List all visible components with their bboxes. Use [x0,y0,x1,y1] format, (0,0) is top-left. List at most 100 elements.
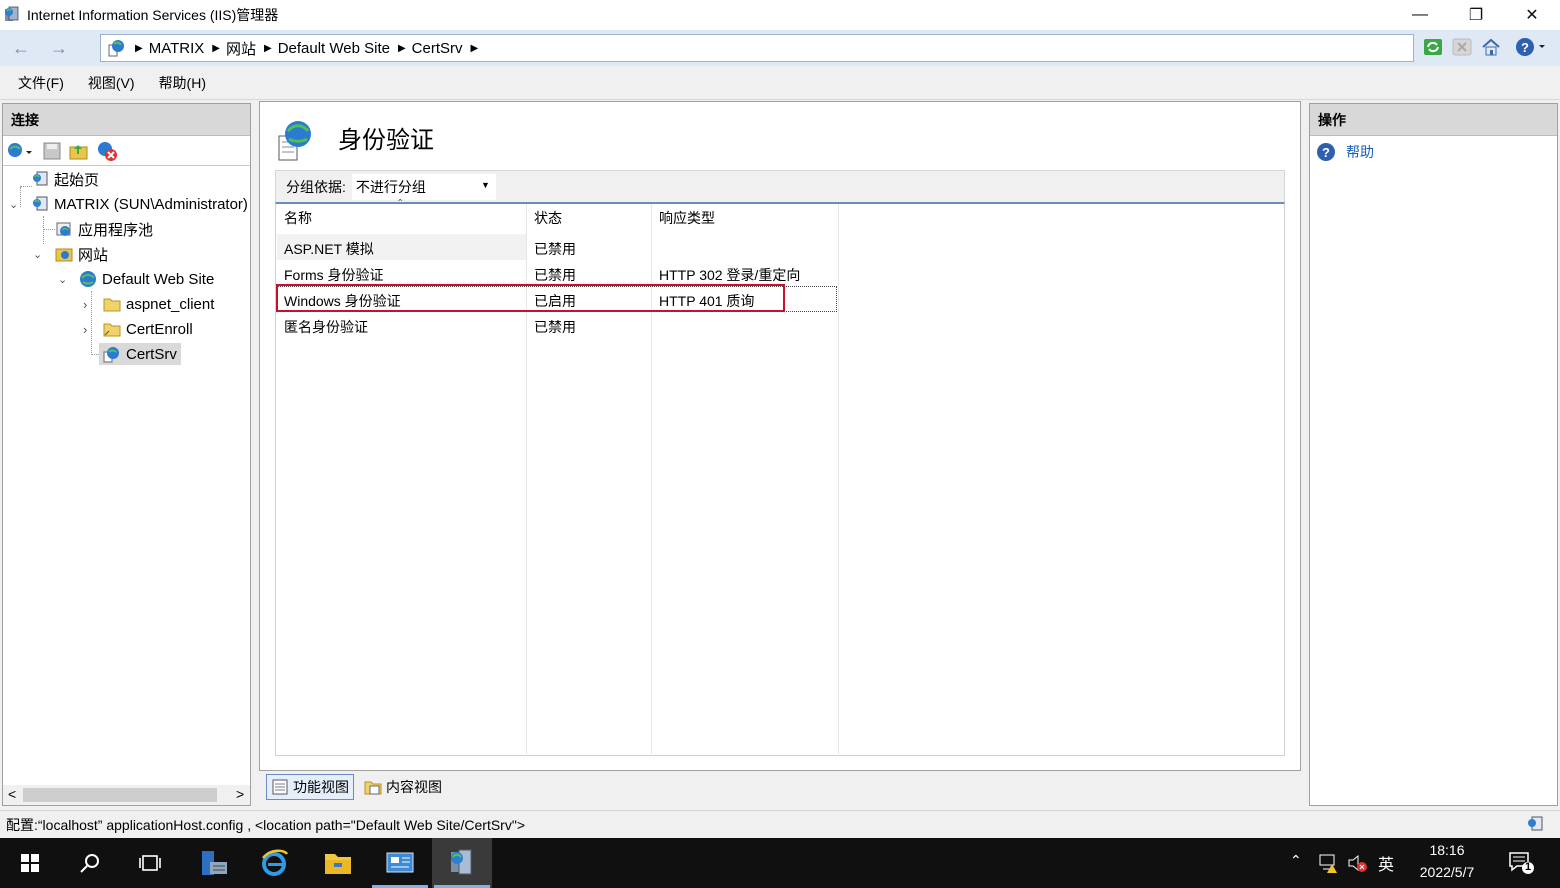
tree-cert-enroll[interactable]: CertEnroll [103,318,193,340]
address-row: ← → ▶ MATRIX ▶ 网站 ▶ Default Web Site ▶ C… [0,30,1560,66]
tree-default-web-site[interactable]: Default Web Site [79,268,214,290]
globe-page-icon [108,40,124,57]
row-name[interactable]: ASP.NET 模拟 [284,239,374,259]
windows-logo-icon [21,854,39,872]
app-pool-icon [55,220,73,238]
svg-text:?: ? [1322,145,1330,160]
breadcrumb-separator: ▶ [397,42,406,54]
volume-muted-icon[interactable] [1346,852,1368,874]
connect-globe-icon[interactable] [6,141,36,161]
collapsed-chevron-icon[interactable]: › [83,322,87,337]
home-button[interactable] [1480,36,1502,58]
maximize-button[interactable]: ❐ [1448,0,1504,30]
action-help[interactable]: ? 帮助 [1316,142,1374,162]
row-name[interactable]: Forms 身份验证 [284,265,384,285]
virtual-directory-icon [103,320,121,338]
stop-button[interactable] [1451,36,1473,58]
taskbar-iis-manager[interactable] [432,838,492,888]
actions-pane: 操作 ? 帮助 [1309,103,1558,806]
task-view-button[interactable] [120,838,180,888]
breadcrumb-default-web-site[interactable]: Default Web Site [278,40,390,57]
clock-time[interactable]: 18:16 [1410,842,1484,858]
refresh-icon [1424,39,1442,55]
menu-file[interactable]: 文件(F) [18,73,64,93]
row-name[interactable]: 匿名身份验证 [284,317,368,337]
expand-chevron-icon[interactable]: ⌄ [9,198,18,211]
title-bar: Internet Information Services (IIS)管理器 —… [0,0,1560,30]
tab-features-view[interactable]: 功能视图 [266,774,354,800]
breadcrumb-separator: ▶ [212,42,220,54]
breadcrumb-separator: ▶ [135,42,143,54]
back-button[interactable]: ← [6,36,36,60]
show-hidden-icons-chevron-icon[interactable]: ⌃ [1290,852,1302,869]
tree-app-pools[interactable]: 应用程序池 [55,218,153,240]
tree-aspnet-client[interactable]: aspnet_client [103,293,214,315]
scroll-left-arrow-icon[interactable]: < [8,786,16,802]
help-dropdown-button[interactable]: ? [1514,36,1548,58]
breadcrumb-separator: ▶ [263,42,272,54]
tree-label: CertEnroll [126,320,193,338]
tree-server[interactable]: MATRIX (SUN\Administrator) [31,193,250,215]
taskbar-control-panel[interactable] [370,838,430,888]
refresh-button[interactable] [1422,36,1444,58]
row-status[interactable]: 已禁用 [534,239,576,259]
stop-icon [1452,38,1472,56]
address-bar[interactable]: ▶ MATRIX ▶ 网站 ▶ Default Web Site ▶ CertS… [100,34,1414,62]
actions-header: 操作 [1310,104,1557,136]
tree-label: CertSrv [126,345,177,363]
tree-sites[interactable]: 网站 [55,243,108,265]
breadcrumb-matrix[interactable]: MATRIX [149,40,205,57]
clock-date[interactable]: 2022/5/7 [1410,864,1484,880]
search-icon [80,854,99,873]
scroll-right-arrow-icon[interactable]: > [236,786,244,802]
expand-chevron-icon[interactable]: ⌄ [33,248,42,261]
expand-chevron-icon[interactable]: ⌄ [58,273,67,286]
save-icon[interactable] [42,141,62,161]
notification-center-button[interactable]: 1 [1508,850,1534,879]
column-header-name[interactable]: 名称 [284,208,312,228]
horizontal-scrollbar[interactable]: < > [3,785,250,805]
forward-arrow-icon: → [50,37,68,58]
internet-explorer-icon [262,849,289,876]
taskbar: ⌃ 英 18:16 2022/5/7 1 [0,838,1560,888]
authentication-list: ⌃ 名称 状态 响应类型 ASP.NET 模拟 已禁用 Forms 身份验证 已… [275,198,1285,756]
tree-label: 应用程序池 [78,221,154,239]
scroll-thumb[interactable] [23,788,217,802]
row-status[interactable]: 已禁用 [534,317,576,337]
tree-start-page[interactable]: 起始页 [31,168,99,190]
server-icon [31,195,49,213]
network-warning-icon[interactable] [1318,852,1340,874]
taskbar-file-explorer[interactable] [308,838,368,888]
tree-cert-srv[interactable]: CertSrv [99,343,181,365]
disconnect-icon[interactable] [96,140,118,162]
column-header-response[interactable]: 响应类型 [659,208,715,228]
group-by-value: 不进行分组 [355,178,426,195]
help-icon: ? [1516,38,1545,56]
file-explorer-icon [325,854,351,874]
up-folder-icon[interactable] [68,141,90,161]
taskbar-server-manager[interactable] [184,838,244,888]
row-response[interactable]: HTTP 302 登录/重定向 [659,265,800,285]
menu-view[interactable]: 视图(V) [88,73,135,93]
breadcrumb-certsrv[interactable]: CertSrv [412,40,463,57]
tab-content-view[interactable]: 内容视图 [360,774,446,800]
highlight-annotation-box [276,284,785,312]
website-globe-icon [79,270,97,288]
search-button[interactable] [60,838,120,888]
tree-label: 起始页 [54,171,100,189]
group-by-select[interactable]: 不进行分组 ▼ [351,173,496,200]
status-bar: 配置:“localhost” applicationHost.config , … [0,810,1560,838]
action-help-label: 帮助 [1346,144,1374,160]
minimize-button[interactable]: — [1392,0,1448,30]
close-button[interactable]: ✕ [1504,0,1560,30]
menu-help[interactable]: 帮助(H) [159,73,206,93]
column-header-status[interactable]: 状态 [534,208,562,228]
taskbar-internet-explorer[interactable] [244,838,304,888]
row-status[interactable]: 已禁用 [534,265,576,285]
breadcrumb-sites[interactable]: 网站 [226,38,256,59]
ime-indicator[interactable]: 英 [1378,851,1394,875]
collapsed-chevron-icon[interactable]: › [83,297,87,312]
start-button[interactable] [0,838,60,888]
svg-text:?: ? [1521,40,1529,55]
forward-button[interactable]: → [44,36,74,60]
